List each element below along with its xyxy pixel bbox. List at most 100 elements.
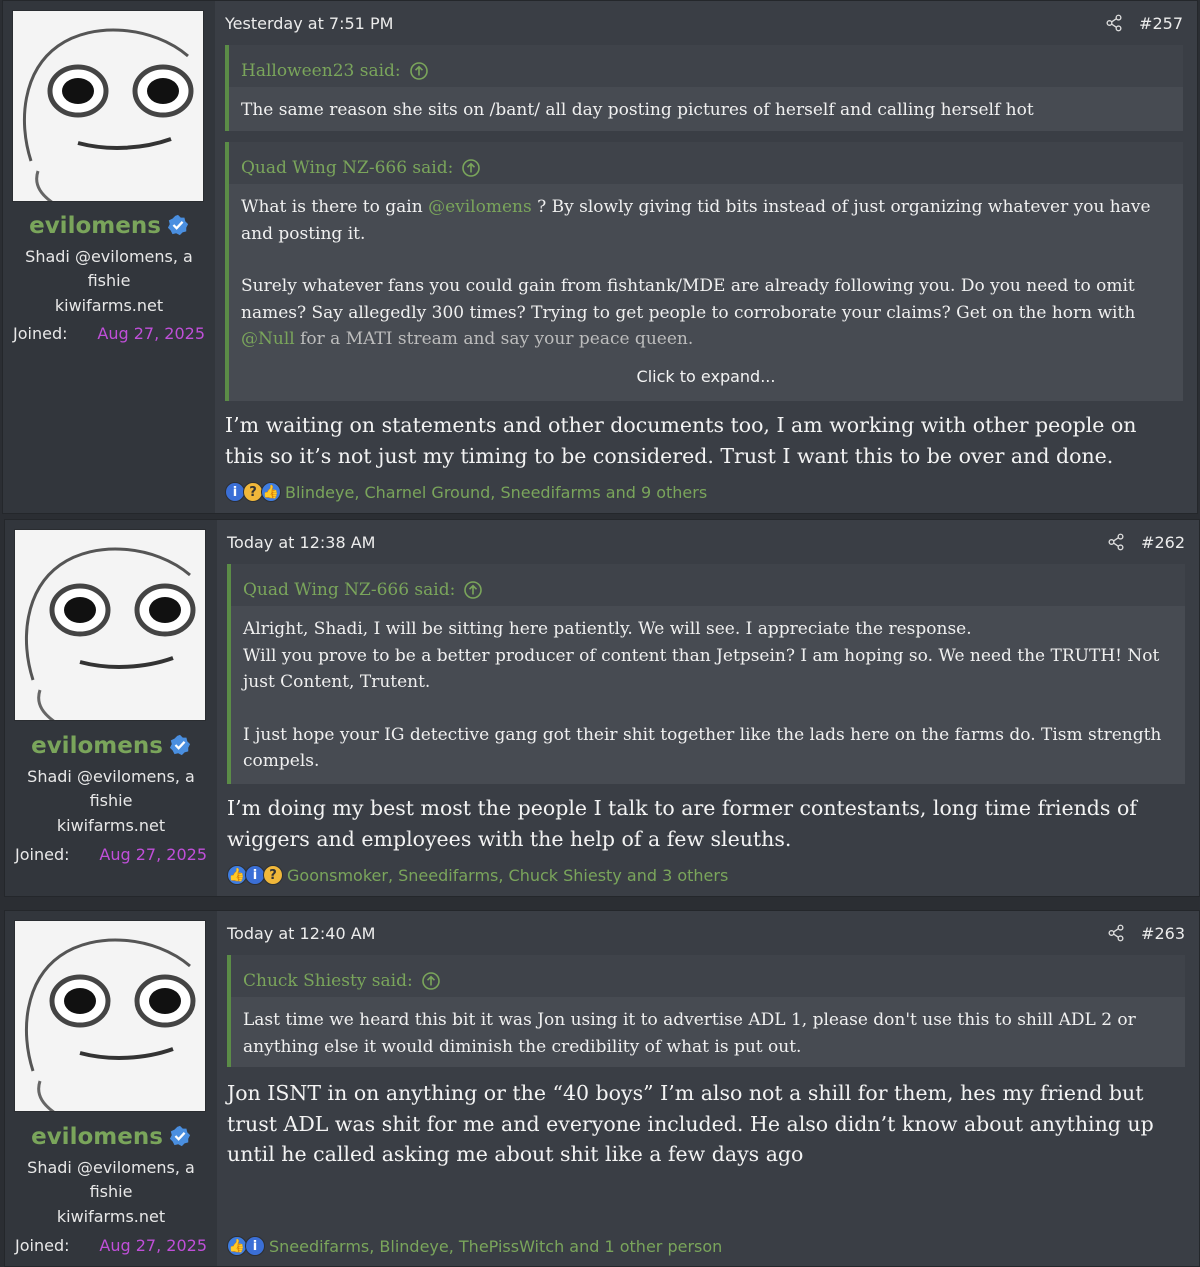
quote-block: Chuck Shiesty said: Last time we heard t… xyxy=(227,955,1185,1067)
joined-label: Joined: xyxy=(15,845,70,864)
post: evilomens Shadi @evilomens, a fishie kiw… xyxy=(4,910,1200,1267)
username-text[interactable]: evilomens xyxy=(29,213,161,239)
verified-icon xyxy=(169,1125,191,1153)
info-react-icon: i xyxy=(245,865,265,885)
post-main: Today at 12:40 AM #263 Chuck Shiesty sai… xyxy=(217,911,1199,1266)
up-arrow-icon[interactable] xyxy=(463,580,483,600)
mention-link[interactable]: @evilomens xyxy=(428,197,532,217)
quote-author[interactable]: Chuck Shiesty said: xyxy=(243,971,413,991)
avatar[interactable] xyxy=(12,10,204,202)
reaction-icons[interactable]: 👍 i ? xyxy=(227,865,283,885)
quote-text: What is there to gain xyxy=(241,197,429,217)
share-icon[interactable] xyxy=(1105,14,1123,32)
user-sidebar: evilomens Shadi @evilomens, a fishie kiw… xyxy=(5,911,217,1266)
share-icon[interactable] xyxy=(1107,924,1125,942)
quote-block: Quad Wing NZ-666 said: Alright, Shadi, I… xyxy=(227,564,1185,784)
username[interactable]: evilomens xyxy=(5,1124,217,1153)
user-sidebar: evilomens Shadi @evilomens, a fishie kiw… xyxy=(3,1,215,513)
verified-icon xyxy=(169,734,191,762)
share-icon[interactable] xyxy=(1107,533,1125,551)
reactions-bar[interactable]: 👍 i ? Goonsmoker, Sneedifarms, Chuck Shi… xyxy=(227,865,728,885)
avatar[interactable] xyxy=(14,920,206,1112)
joined-row: Joined: Aug 27, 2025 xyxy=(13,324,205,343)
post-header: Today at 12:38 AM #262 xyxy=(227,530,1185,554)
quote-body: Alright, Shadi, I will be sitting here p… xyxy=(231,606,1185,783)
post-message: I’m doing my best most the people I talk… xyxy=(227,796,1137,851)
user-site: kiwifarms.net xyxy=(54,296,164,315)
post-date[interactable]: Today at 12:38 AM xyxy=(227,533,1107,552)
joined-label: Joined: xyxy=(15,1236,70,1255)
joined-date: Aug 27, 2025 xyxy=(99,845,207,864)
reaction-icons[interactable]: 👍 i xyxy=(227,1236,265,1256)
joined-label: Joined: xyxy=(13,324,68,343)
post-date[interactable]: Yesterday at 7:51 PM xyxy=(225,14,1105,33)
like-react-icon: 👍 xyxy=(227,1236,247,1256)
post: evilomens Shadi @evilomens, a fishie kiw… xyxy=(4,519,1200,897)
reactions-bar[interactable]: 👍 i Sneedifarms, Blindeye, ThePissWitch … xyxy=(227,1236,722,1256)
quote-text: I just hope your IG detective gang got t… xyxy=(243,724,1162,772)
up-arrow-icon[interactable] xyxy=(461,158,481,178)
quote-body: The same reason she sits on /bant/ all d… xyxy=(229,87,1183,132)
username-text[interactable]: evilomens xyxy=(31,733,163,759)
quote-text: Alright, Shadi, I will be sitting here p… xyxy=(243,619,972,639)
post-number[interactable]: #263 xyxy=(1141,924,1185,943)
quote-header[interactable]: Quad Wing NZ-666 said: xyxy=(229,142,1183,184)
reactions-bar[interactable]: i ? 👍 Blindeye, Charnel Ground, Sneedifa… xyxy=(225,482,707,502)
quote-author[interactable]: Quad Wing NZ-666 said: xyxy=(241,158,453,178)
quote-author[interactable]: Halloween23 said: xyxy=(241,61,401,81)
user-site: kiwifarms.net xyxy=(56,816,166,835)
like-react-icon: 👍 xyxy=(227,865,247,885)
user-title: Shadi @evilomens, a fishie xyxy=(27,767,195,810)
username[interactable]: evilomens xyxy=(3,213,215,242)
joined-row: Joined: Aug 27, 2025 xyxy=(15,845,207,864)
mention-link[interactable]: @Null xyxy=(241,329,295,349)
quote-block: Quad Wing NZ-666 said: What is there to … xyxy=(225,142,1183,401)
info-react-icon: i xyxy=(245,1236,265,1256)
post-date[interactable]: Today at 12:40 AM xyxy=(227,924,1107,943)
quote-text: The same reason she sits on /bant/ all d… xyxy=(241,100,1034,120)
reaction-users[interactable]: Sneedifarms, Blindeye, ThePissWitch and … xyxy=(269,1237,722,1256)
post-message: I’m waiting on statements and other docu… xyxy=(225,413,1137,468)
quote-text: Surely whatever fans you could gain from… xyxy=(241,276,1136,323)
reaction-icons[interactable]: i ? 👍 xyxy=(225,482,281,502)
click-to-expand[interactable]: Click to expand... xyxy=(229,361,1183,396)
info-react-icon: i xyxy=(225,482,245,502)
up-arrow-icon[interactable] xyxy=(409,61,429,81)
username-text[interactable]: evilomens xyxy=(31,1124,163,1150)
post-header: Yesterday at 7:51 PM #257 xyxy=(225,11,1183,35)
post-header: Today at 12:40 AM #263 xyxy=(227,921,1185,945)
quote-block: Halloween23 said: The same reason she si… xyxy=(225,45,1183,131)
user-title: Shadi @evilomens, a fishie xyxy=(25,247,193,290)
up-arrow-icon[interactable] xyxy=(421,971,441,991)
joined-row: Joined: Aug 27, 2025 xyxy=(15,1236,207,1255)
joined-date: Aug 27, 2025 xyxy=(97,324,205,343)
quote-paragraph: What is there to gain @evilomens ? By sl… xyxy=(241,194,1171,247)
user-site: kiwifarms.net xyxy=(56,1207,166,1226)
quote-text: Will you prove to be a better producer o… xyxy=(243,645,1160,693)
quote-author[interactable]: Quad Wing NZ-666 said: xyxy=(243,580,455,600)
quote-header[interactable]: Quad Wing NZ-666 said: xyxy=(231,564,1185,606)
quote-text: for a MATI stream and say your peace que… xyxy=(294,329,694,349)
quote-header[interactable]: Halloween23 said: xyxy=(229,45,1183,87)
post: evilomens Shadi @evilomens, a fishie kiw… xyxy=(2,0,1198,514)
user-sidebar: evilomens Shadi @evilomens, a fishie kiw… xyxy=(5,520,217,896)
quote-body: Last time we heard this bit it was Jon u… xyxy=(231,997,1185,1068)
thinking-react-icon: ? xyxy=(243,482,263,502)
post-message: Jon ISNT in on anything or the “40 boys”… xyxy=(227,1081,1154,1166)
post-number[interactable]: #262 xyxy=(1141,533,1185,552)
verified-icon xyxy=(167,214,189,242)
post-main: Today at 12:38 AM #262 Quad Wing NZ-666 … xyxy=(217,520,1199,896)
post-main: Yesterday at 7:51 PM #257 Halloween23 sa… xyxy=(215,1,1197,513)
reaction-users[interactable]: Goonsmoker, Sneedifarms, Chuck Shiesty a… xyxy=(287,866,728,885)
quote-text: Last time we heard this bit it was Jon u… xyxy=(243,1010,1136,1057)
reaction-users[interactable]: Blindeye, Charnel Ground, Sneedifarms an… xyxy=(285,483,707,502)
joined-date: Aug 27, 2025 xyxy=(99,1236,207,1255)
user-title: Shadi @evilomens, a fishie xyxy=(27,1158,195,1201)
quote-header[interactable]: Chuck Shiesty said: xyxy=(231,955,1185,997)
avatar[interactable] xyxy=(14,529,206,721)
username[interactable]: evilomens xyxy=(5,733,217,762)
thinking-react-icon: ? xyxy=(263,865,283,885)
quote-body: What is there to gain @evilomens ? By sl… xyxy=(229,184,1183,361)
quote-paragraph: Surely whatever fans you could gain from… xyxy=(241,273,1171,353)
post-number[interactable]: #257 xyxy=(1139,14,1183,33)
